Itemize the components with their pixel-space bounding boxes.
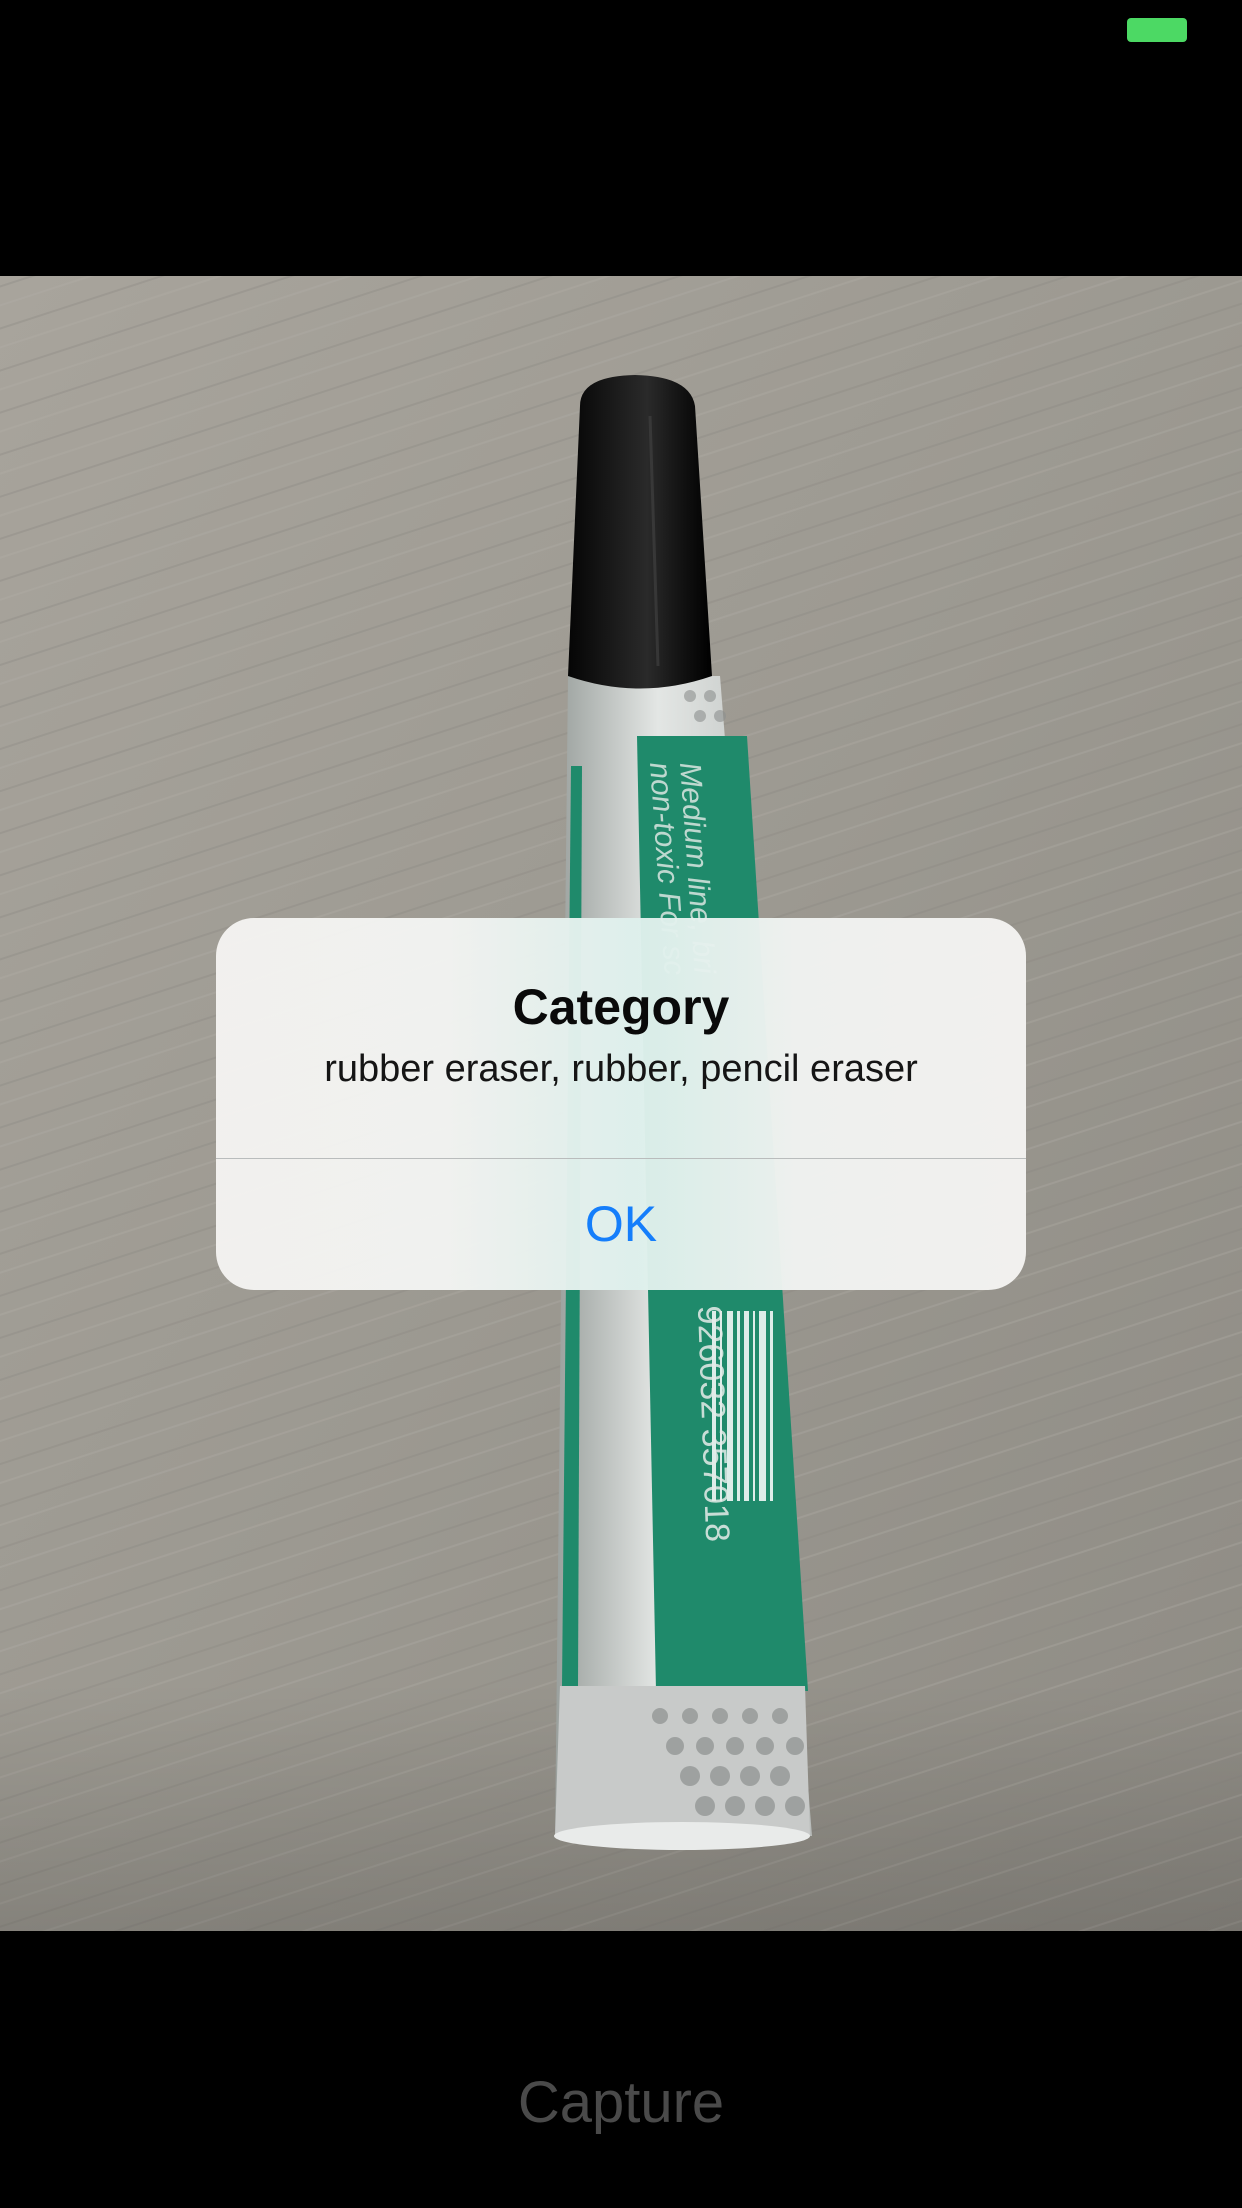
battery-icon [1127,18,1187,42]
alert-message: rubber eraser, rubber, pencil eraser [324,1048,918,1090]
marker-cap [568,375,712,689]
category-alert: Category rubber eraser, rubber, pencil e… [216,918,1026,1290]
status-bar [0,0,1242,60]
capture-button[interactable]: Capture [471,2058,771,2148]
ok-button[interactable]: OK [216,1159,1026,1290]
alert-title: Category [512,979,730,1035]
